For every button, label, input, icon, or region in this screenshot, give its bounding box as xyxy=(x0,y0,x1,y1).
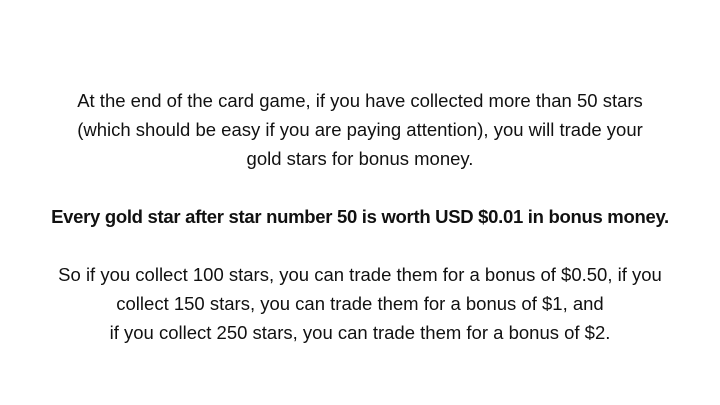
intro-line-2: (which should be easy if you are paying … xyxy=(77,119,643,140)
intro-paragraph: At the end of the card game, if you have… xyxy=(30,86,690,173)
slide-body: At the end of the card game, if you have… xyxy=(30,86,690,347)
example-line-3: if you collect 250 stars, you can trade … xyxy=(109,322,611,343)
intro-line-3: gold stars for bonus money. xyxy=(246,148,474,169)
slide: At the end of the card game, if you have… xyxy=(0,0,720,405)
examples-paragraph: So if you collect 100 stars, you can tra… xyxy=(30,260,690,347)
example-line-2: collect 150 stars, you can trade them fo… xyxy=(116,293,604,314)
bonus-rule: Every gold star after star number 50 is … xyxy=(51,206,669,227)
example-line-1: So if you collect 100 stars, you can tra… xyxy=(58,264,662,285)
intro-line-1: At the end of the card game, if you have… xyxy=(77,90,643,111)
